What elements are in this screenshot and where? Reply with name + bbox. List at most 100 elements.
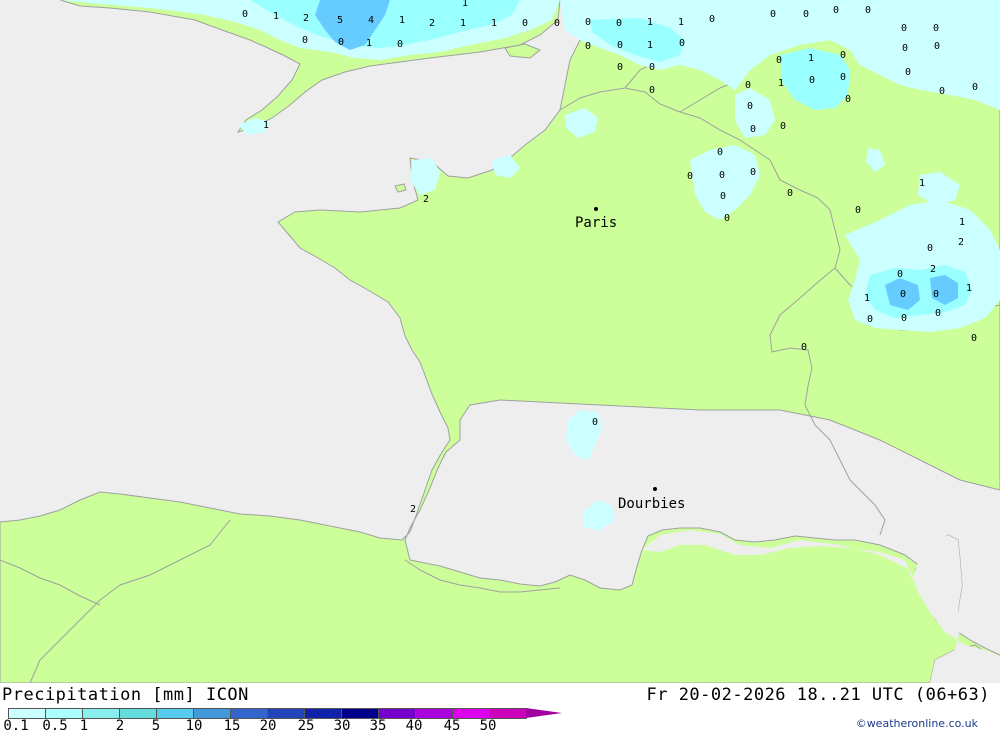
precip-value-label: 2 <box>930 264 936 275</box>
precip-value-label: 2 <box>303 13 309 24</box>
precip-value-label: 0 <box>897 269 903 280</box>
city-label-paris: Paris <box>575 215 617 231</box>
precip-value-label: 0 <box>617 40 623 51</box>
precip-value-label: 0 <box>745 80 751 91</box>
precip-value-label: 0 <box>787 188 793 199</box>
precip-value-label: 0 <box>302 35 308 46</box>
legend-tick-label: 2 <box>115 718 125 734</box>
city-marker-dourbies <box>653 487 657 491</box>
precip-value-label: 0 <box>709 14 715 25</box>
legend-tick-label: 10 <box>185 718 203 734</box>
precip-value-label: 0 <box>747 101 753 112</box>
legend-tick-label: 0.1 <box>3 718 29 734</box>
legend-tick-label: 30 <box>333 718 351 734</box>
precip-value-label: 0 <box>933 289 939 300</box>
precip-value-label: 0 <box>927 243 933 254</box>
city-label-dourbies: Dourbies <box>618 496 685 512</box>
precip-value-label: 0 <box>679 38 685 49</box>
legend-tick-label: 15 <box>223 718 241 734</box>
precip-value-label: 0 <box>770 9 776 20</box>
legend-tick-label: 1 <box>79 718 89 734</box>
precip-value-label: 0 <box>855 205 861 216</box>
precip-value-label: 1 <box>966 283 972 294</box>
precip-value-label: 0 <box>801 342 807 353</box>
precip-value-label: 0 <box>649 62 655 73</box>
precip-value-label: 0 <box>717 147 723 158</box>
precip-value-label: 0 <box>719 170 725 181</box>
precip-value-label: 0 <box>865 5 871 16</box>
precip-value-label: 0 <box>939 86 945 97</box>
legend-tick-label: 25 <box>297 718 315 734</box>
precip-value-label: 2 <box>958 237 964 248</box>
precip-value-label: 1 <box>678 17 684 28</box>
precip-value-label: 0 <box>750 124 756 135</box>
precip-value-label: 0 <box>902 43 908 54</box>
map-footer: Precipitation [mm] ICON Fr 20-02-2026 18… <box>0 683 1000 734</box>
legend-arrow <box>526 708 562 718</box>
precip-value-label: 0 <box>616 18 622 29</box>
valid-time: Fr 20-02-2026 18..21 UTC (06+63) <box>646 685 990 705</box>
precip-value-label: 0 <box>724 213 730 224</box>
legend-tick-label: 20 <box>259 718 277 734</box>
city-marker-paris <box>594 207 598 211</box>
precip-value-label: 0 <box>803 9 809 20</box>
precip-value-label: 0 <box>972 82 978 93</box>
precip-value-label: 0 <box>901 23 907 34</box>
precip-value-label: 4 <box>368 15 374 26</box>
precip-value-label: 1 <box>462 0 468 9</box>
precip-value-label: 0 <box>935 308 941 319</box>
precip-value-label: 0 <box>933 23 939 34</box>
site-credit[interactable]: ©weatheronline.co.uk <box>856 717 978 730</box>
precip-value-label: 1 <box>959 217 965 228</box>
precip-value-label: 0 <box>867 314 873 325</box>
precip-value-label: 0 <box>522 18 528 29</box>
precip-value-label: 1 <box>864 293 870 304</box>
precip-value-label: 0 <box>900 289 906 300</box>
precip-value-label: 0 <box>554 18 560 29</box>
precip-value-label: 0 <box>720 191 726 202</box>
precip-value-label: 0 <box>833 5 839 16</box>
precip-value-label: 1 <box>263 120 269 131</box>
legend-tick-label: 35 <box>369 718 387 734</box>
precip-value-label: 0 <box>840 72 846 83</box>
precipitation-map: 0 0 1 2 5 4 1 2 1 0 1 1 0 1 0 0 0 0 0 0 1 1 0 1 0 0 0 0 0 0 0 0 0 0 0 1 0 1 0 0… <box>0 0 1000 684</box>
legend-tick-label: 50 <box>479 718 497 734</box>
precip-value-label: 0 <box>338 37 344 48</box>
map-canvas: 0 0 1 2 5 4 1 2 1 0 1 1 0 1 0 0 0 0 0 0 1 1 0 1 0 0 0 0 0 0 0 0 0 0 0 1 0 1 0 0… <box>0 0 1000 684</box>
precip-legend-labels: 0.1 0.5 1 2 5 10 15 20 25 30 35 40 45 50 <box>0 718 540 734</box>
precip-value-label: 2 <box>429 18 435 29</box>
precip-value-label: 0 <box>585 41 591 52</box>
precip-value-label: 1 <box>808 53 814 64</box>
precip-value-label: 0 <box>397 39 403 50</box>
precip-value-label: 0 <box>901 313 907 324</box>
precip-value-label: 1 <box>273 11 279 22</box>
precip-value-label: 1 <box>366 38 372 49</box>
precip-value-label: 1 <box>647 40 653 51</box>
precip-value-label: 0 <box>780 121 786 132</box>
map-title: Precipitation [mm] ICON <box>2 685 249 705</box>
precip-value-label: 0 <box>905 67 911 78</box>
precip-value-label: 0 <box>649 85 655 96</box>
precip-value-label: 1 <box>460 18 466 29</box>
precip-value-label: 0 <box>617 62 623 73</box>
precip-value-label: 0 <box>592 417 598 428</box>
precip-value-label: 1 <box>919 178 925 189</box>
precip-value-label: 2 <box>423 194 429 205</box>
precip-value-label: 0 <box>750 167 756 178</box>
precip-value-label: 0 <box>845 94 851 105</box>
legend-tick-label: 40 <box>405 718 423 734</box>
precip-value-label: 1 <box>778 78 784 89</box>
precip-value-label: 0 <box>585 17 591 28</box>
legend-tick-label: 0.5 <box>42 718 68 734</box>
precip-value-label: 0 <box>809 75 815 86</box>
precip-value-label: 5 <box>337 15 343 26</box>
precip-value-label: 1 <box>647 17 653 28</box>
precip-value-label: 0 <box>687 171 693 182</box>
precip-value-label: 0 <box>840 50 846 61</box>
precip-value-label: 0 <box>934 41 940 52</box>
precip-value-label: 1 <box>399 15 405 26</box>
precip-value-label: 1 <box>491 18 497 29</box>
precip-value-label: 0 <box>242 9 248 20</box>
legend-tick-label: 45 <box>443 718 461 734</box>
precip-value-label: 0 <box>971 333 977 344</box>
